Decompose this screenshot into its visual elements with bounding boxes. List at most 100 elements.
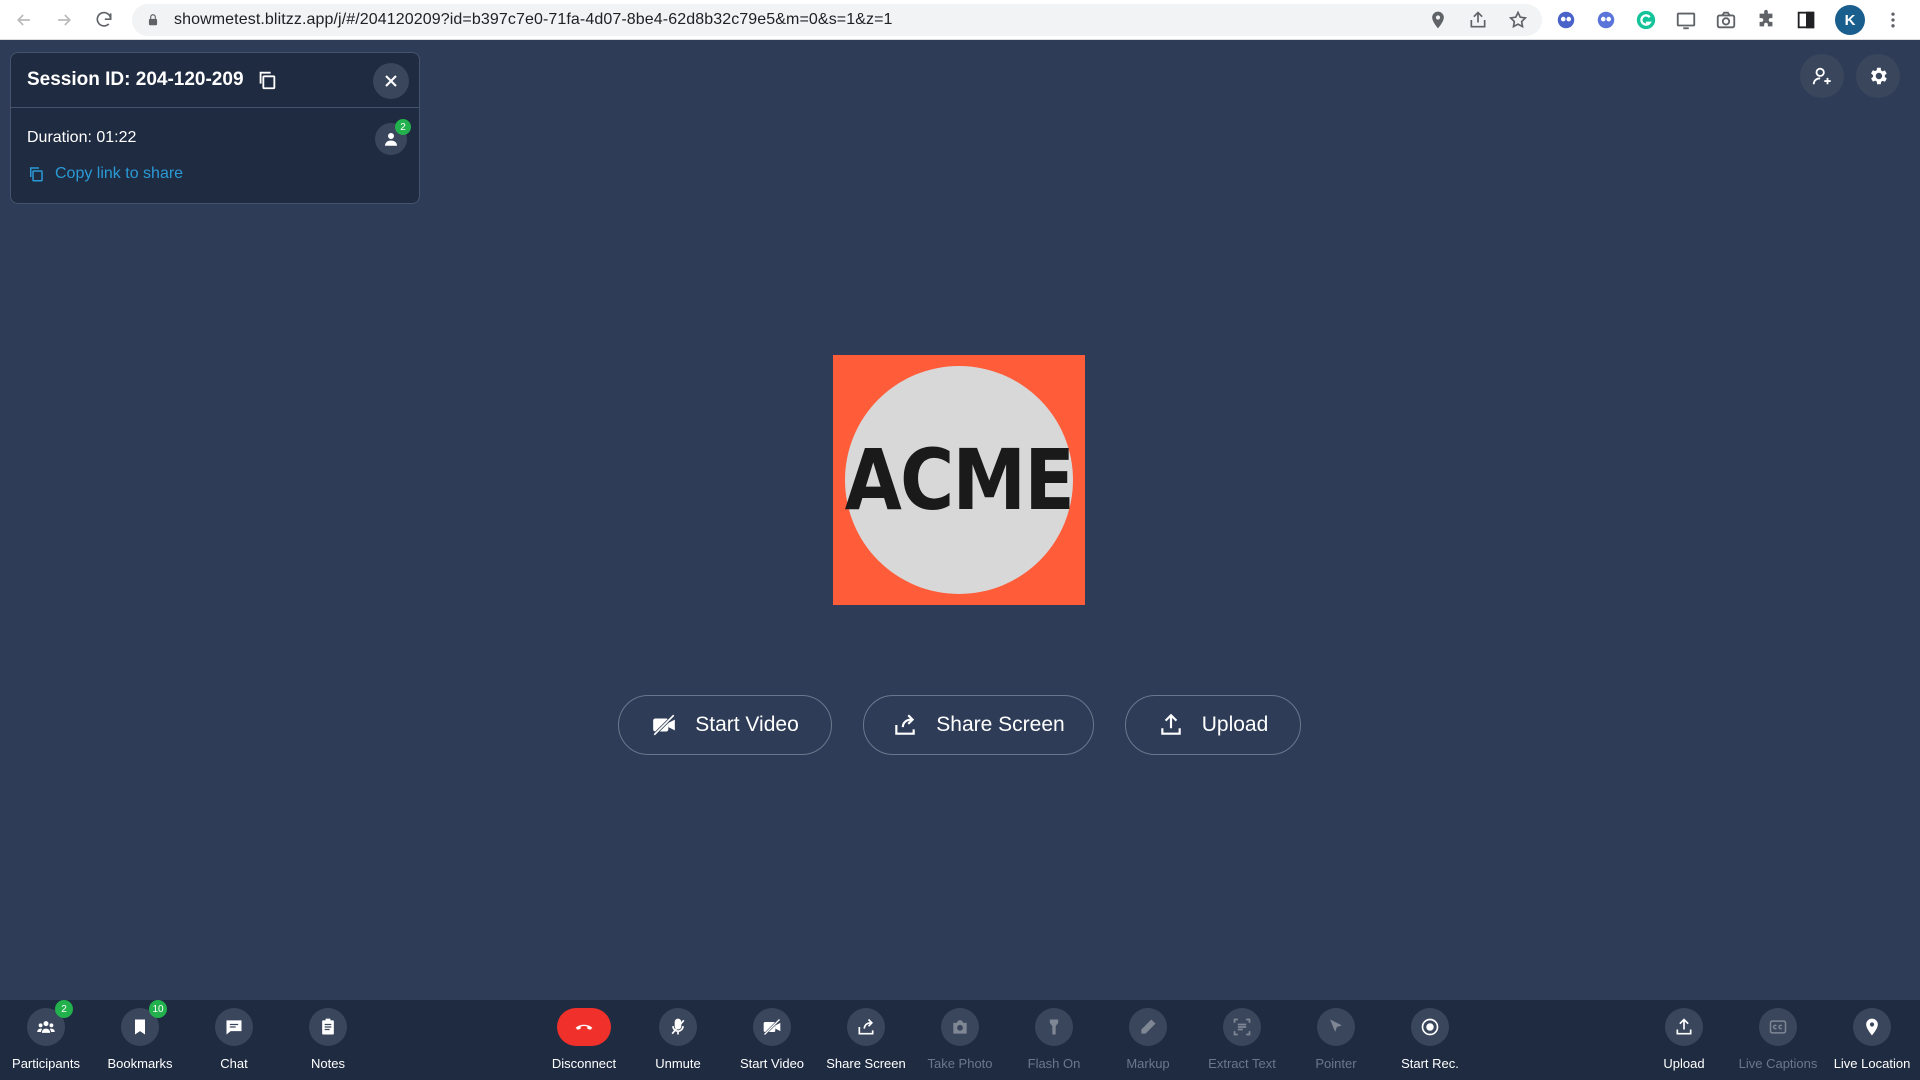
notes-icon <box>322 1018 334 1035</box>
take-photo-button[interactable]: Take Photo <box>914 1008 1006 1071</box>
live-location-button[interactable]: Live Location <box>1826 1008 1918 1071</box>
session-duration: Duration: 01:22 <box>27 129 137 146</box>
browser-toolbar: showmetest.blitzz.app/j/#/204120209?id=b… <box>0 0 1920 40</box>
live-captions-label: Live Captions <box>1738 1056 1818 1071</box>
chat-button[interactable]: Chat <box>188 1008 280 1071</box>
close-panel-button[interactable] <box>373 63 409 99</box>
upload-icon <box>1676 1018 1692 1035</box>
live-location-label: Live Location <box>1833 1056 1911 1071</box>
settings-button[interactable] <box>1856 54 1900 98</box>
pen-icon <box>1141 1019 1156 1034</box>
upload-label: Upload <box>1201 713 1269 736</box>
invite-user-button[interactable] <box>1800 54 1844 98</box>
toolbar-upload-button[interactable]: Upload <box>1638 1008 1730 1071</box>
map-pin-icon <box>1866 1018 1878 1036</box>
copy-icon <box>259 71 275 90</box>
side-panel-icon[interactable] <box>1795 9 1817 31</box>
closed-captions-icon <box>1769 1020 1787 1034</box>
video-off-icon <box>653 714 676 736</box>
toolbar-share-screen-label: Share Screen <box>826 1056 906 1071</box>
extract-text-icon <box>1233 1018 1251 1036</box>
upload-icon <box>1160 713 1181 735</box>
session-info-panel: Session ID: 204-120-209 Duration: 01:22 … <box>10 52 420 204</box>
bottom-toolbar: 2 Participants 10 Bookmarks Chat Notes D… <box>0 1000 1920 1080</box>
profile-avatar[interactable]: K <box>1835 5 1865 35</box>
logo-circle: ACME <box>844 366 1075 594</box>
flashlight-icon <box>1049 1019 1059 1035</box>
bookmarks-label: Bookmarks <box>107 1056 173 1071</box>
kebab-menu-icon[interactable] <box>1883 10 1903 30</box>
participant-count-badge: 2 <box>395 119 411 135</box>
mic-off-icon <box>671 1018 685 1035</box>
markup-button[interactable]: Markup <box>1102 1008 1194 1071</box>
arrow-right-icon <box>58 13 72 26</box>
share-screen-button[interactable]: Share Screen <box>863 695 1094 755</box>
session-id: Session ID: 204-120-209 <box>27 69 244 90</box>
notes-button[interactable]: Notes <box>282 1008 374 1071</box>
record-icon <box>1421 1018 1439 1036</box>
url-text: showmetest.blitzz.app/j/#/204120209?id=b… <box>174 11 893 28</box>
notes-label: Notes <box>311 1056 345 1071</box>
copy-link-label: Copy link to share <box>55 165 184 182</box>
participants-badge: 2 <box>55 1000 73 1018</box>
add-person-icon <box>1812 67 1831 85</box>
grammarly-icon[interactable] <box>1635 9 1657 31</box>
reload-icon <box>96 11 112 27</box>
puzzle-icon[interactable] <box>1755 9 1777 31</box>
extension-owl-alt-icon[interactable] <box>1595 9 1617 31</box>
share-screen-icon <box>858 1018 874 1035</box>
location-icon[interactable] <box>1428 10 1448 30</box>
start-video-button[interactable]: Start Video <box>618 695 832 755</box>
participants-button[interactable]: 2 Participants <box>0 1000 92 1071</box>
toolbar-upload-label: Upload <box>1663 1056 1705 1071</box>
chat-label: Chat <box>220 1056 248 1071</box>
company-logo: ACME <box>833 355 1085 605</box>
lock-icon <box>148 14 158 26</box>
close-icon <box>385 75 397 87</box>
hang-up-icon <box>575 1024 593 1030</box>
disconnect-button[interactable]: Disconnect <box>538 1008 630 1071</box>
camera-icon <box>953 1020 967 1034</box>
share-page-icon[interactable] <box>1468 10 1488 30</box>
toolbar-start-video-button[interactable]: Start Video <box>726 1008 818 1071</box>
upload-button[interactable]: Upload <box>1125 695 1301 755</box>
copy-link-button[interactable]: Copy link to share <box>27 165 183 183</box>
camera-icon[interactable] <box>1715 9 1737 31</box>
extensions-row: K <box>1555 0 1903 40</box>
arrow-left-icon <box>16 13 30 26</box>
copy-session-id-button[interactable] <box>256 69 278 91</box>
reload-button[interactable] <box>84 0 124 40</box>
cast-icon[interactable] <box>1675 9 1697 31</box>
live-captions-button[interactable]: Live Captions <box>1732 1008 1824 1071</box>
unmute-label: Unmute <box>655 1056 701 1071</box>
share-screen-label: Share Screen <box>936 713 1065 736</box>
participants-label: Participants <box>12 1056 80 1071</box>
extract-text-button[interactable]: Extract Text <box>1196 1008 1288 1071</box>
back-button[interactable] <box>4 0 44 40</box>
logo-text: ACME <box>844 431 1075 529</box>
start-rec-button[interactable]: Start Rec. <box>1384 1008 1476 1071</box>
bookmarks-button[interactable]: 10 Bookmarks <box>94 1000 186 1071</box>
video-off-icon <box>763 1018 781 1036</box>
chat-icon <box>226 1020 242 1035</box>
disconnect-label: Disconnect <box>551 1056 617 1071</box>
share-screen-icon <box>895 714 916 735</box>
start-rec-label: Start Rec. <box>1401 1056 1459 1071</box>
extract-text-label: Extract Text <box>1208 1056 1276 1071</box>
pointer-button[interactable]: Pointer <box>1290 1008 1382 1071</box>
forward-button[interactable] <box>44 0 84 40</box>
cursor-icon <box>1330 1019 1342 1032</box>
start-video-label: Start Video <box>695 713 799 736</box>
copy-link-icon <box>30 167 43 182</box>
extension-owl-icon[interactable] <box>1555 9 1577 31</box>
toolbar-share-screen-button[interactable]: Share Screen <box>820 1008 912 1071</box>
bookmarks-badge: 10 <box>149 1000 167 1018</box>
address-bar[interactable]: showmetest.blitzz.app/j/#/204120209?id=b… <box>132 4 1542 36</box>
star-icon[interactable] <box>1508 10 1528 30</box>
participants-mini-button[interactable]: 2 <box>375 119 411 155</box>
flash-on-button[interactable]: Flash On <box>1008 1008 1100 1071</box>
unmute-button[interactable]: Unmute <box>632 1008 724 1071</box>
people-icon <box>37 1021 55 1033</box>
markup-label: Markup <box>1126 1056 1170 1071</box>
toolbar-start-video-label: Start Video <box>739 1056 805 1071</box>
